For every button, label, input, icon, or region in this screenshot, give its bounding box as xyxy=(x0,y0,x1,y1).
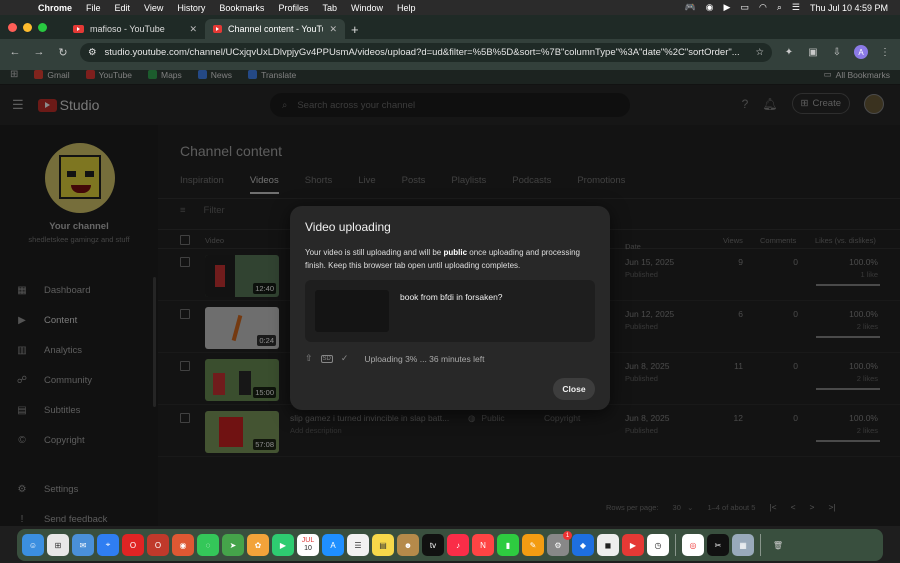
numbers-icon[interactable]: ▮ xyxy=(497,534,519,556)
close-tab-icon[interactable]: ✕ xyxy=(329,24,337,35)
spotlight-icon[interactable]: ⌕ xyxy=(777,2,782,13)
app-store-icon[interactable]: A xyxy=(322,534,344,556)
dialog-text-bold: public xyxy=(443,248,468,257)
capcut-icon[interactable]: ✂ xyxy=(707,534,729,556)
photos-icon[interactable]: ✿ xyxy=(247,534,269,556)
browser-toolbar: ← → ↻ ⚙ studio.youtube.com/channel/UCxjq… xyxy=(0,39,900,65)
back-icon[interactable]: ← xyxy=(8,46,22,58)
maximize-window-button[interactable] xyxy=(38,22,47,32)
tab-title: mafioso - YouTube xyxy=(90,24,165,34)
tab-strip: mafioso - YouTube ✕ Channel content - Yo… xyxy=(0,15,900,39)
menu-clock[interactable]: Thu Jul 10 4:59 PM xyxy=(810,3,888,13)
forward-icon[interactable]: → xyxy=(32,46,46,58)
address-bar[interactable]: ⚙ studio.youtube.com/channel/UCxjqvUxLDl… xyxy=(80,42,772,62)
profile-avatar[interactable]: A xyxy=(854,45,868,59)
close-window-button[interactable] xyxy=(8,22,17,32)
control-center-icon[interactable]: ☰ xyxy=(792,2,800,13)
new-tab-icon[interactable]: + xyxy=(351,19,359,39)
close-tab-icon[interactable]: ✕ xyxy=(189,24,197,35)
duckduckgo-icon[interactable]: ◉ xyxy=(172,534,194,556)
macos-dock: ☺ ⊞ ✉ ⌖ O O ◉ ◌ ➤ ✿ ▶ JUL 10 A ☰ ▤ ☻ tv ♪… xyxy=(17,529,883,561)
wifi-icon[interactable]: ◠ xyxy=(759,2,767,13)
dialog-text: Your video is still uploading and will b… xyxy=(305,248,444,257)
macos-menu-bar: Chrome File Edit View History Bookmarks … xyxy=(0,0,900,15)
chrome-icon[interactable]: ◎ xyxy=(682,534,704,556)
opera-gx-icon[interactable]: O xyxy=(147,534,169,556)
close-button[interactable]: Close xyxy=(553,378,595,400)
menu-help[interactable]: Help xyxy=(397,3,416,13)
dialog-title: Video uploading xyxy=(305,220,391,234)
calendar-month: JUL xyxy=(301,537,315,544)
minimize-window-button[interactable] xyxy=(23,22,32,32)
youtube-app-icon[interactable]: ▶ xyxy=(622,534,644,556)
menu-tab[interactable]: Tab xyxy=(322,3,337,13)
upload-status: ⇧ SD ✓ Uploading 3% ... 36 minutes left xyxy=(305,353,484,364)
menu-history[interactable]: History xyxy=(177,3,205,13)
system-settings-icon[interactable]: ⚙ 1 xyxy=(547,531,572,556)
youtube-favicon-icon xyxy=(73,25,84,33)
video-uploading-dialog: Video uploading Your video is still uplo… xyxy=(290,206,610,410)
reload-icon[interactable]: ↻ xyxy=(56,46,70,59)
cast-icon[interactable]: ▣ xyxy=(806,47,820,58)
apple-tv-icon[interactable]: tv xyxy=(422,534,444,556)
menu-bookmarks[interactable]: Bookmarks xyxy=(219,3,264,13)
calendar-day: 10 xyxy=(304,545,312,552)
pages-icon[interactable]: ✎ xyxy=(522,534,544,556)
news-app-icon[interactable]: N xyxy=(472,534,494,556)
menu-window[interactable]: Window xyxy=(351,3,383,13)
safari-icon[interactable]: ⌖ xyxy=(97,534,119,556)
notification-badge: 1 xyxy=(563,531,572,540)
upload-video-card: book from bfdi in forsaken? xyxy=(305,280,595,342)
preview-icon[interactable]: ▦ xyxy=(732,534,754,556)
notes-icon[interactable]: ▤ xyxy=(372,534,394,556)
dock-divider xyxy=(675,534,676,556)
window-controls xyxy=(8,15,47,39)
menu-view[interactable]: View xyxy=(144,3,163,13)
download-icon[interactable]: ⇩ xyxy=(830,47,844,58)
upload-thumbnail-placeholder xyxy=(315,290,389,332)
contacts-icon[interactable]: ☻ xyxy=(397,534,419,556)
sd-badge-icon: SD xyxy=(320,354,333,363)
gamepad-icon[interactable]: 🎮 xyxy=(684,2,695,13)
browser-tab-mafioso[interactable]: mafioso - YouTube ✕ xyxy=(65,19,205,39)
facetime-icon[interactable]: ▶ xyxy=(272,534,294,556)
upload-progress-text: Uploading 3% ... 36 minutes left xyxy=(364,353,485,364)
mail-icon[interactable]: ✉ xyxy=(72,534,94,556)
menu-profiles[interactable]: Profiles xyxy=(278,3,308,13)
battery-icon[interactable]: ▭ xyxy=(740,2,749,13)
opera-icon[interactable]: O xyxy=(122,534,144,556)
upload-video-title: book from bfdi in forsaken? xyxy=(400,292,503,302)
url-text: studio.youtube.com/channel/UCxjqvUxLDlvp… xyxy=(104,46,740,58)
messages-icon[interactable]: ◌ xyxy=(197,534,219,556)
check-circle-icon: ✓ xyxy=(340,353,349,363)
tab-title: Channel content - YouTube S xyxy=(227,24,324,34)
browser-tab-studio[interactable]: Channel content - YouTube S ✕ xyxy=(205,19,345,39)
bookmark-star-icon[interactable]: ☆ xyxy=(755,47,764,58)
site-info-icon[interactable]: ⚙ xyxy=(88,47,97,58)
menu-app-name[interactable]: Chrome xyxy=(38,3,72,13)
music-icon[interactable]: ♪ xyxy=(447,534,469,556)
extensions-icon[interactable]: ✦ xyxy=(782,47,796,58)
menu-file[interactable]: File xyxy=(86,3,101,13)
calendar-icon[interactable]: JUL 10 xyxy=(297,534,319,556)
youtube-favicon-icon xyxy=(213,25,222,33)
trash-icon[interactable]: 🗑︎ xyxy=(767,534,789,556)
finder-icon[interactable]: ☺ xyxy=(22,534,44,556)
media-icon[interactable]: ▶︎ xyxy=(724,2,731,13)
menu-edit[interactable]: Edit xyxy=(115,3,131,13)
dialog-message: Your video is still uploading and will b… xyxy=(305,246,597,272)
status-icon[interactable]: ◉ xyxy=(706,2,714,13)
reminders-icon[interactable]: ☰ xyxy=(347,534,369,556)
clock-icon[interactable]: ◷ xyxy=(647,534,669,556)
launchpad-icon[interactable]: ⊞ xyxy=(47,534,69,556)
blue-app-icon[interactable]: ◆ xyxy=(572,534,594,556)
maps-app-icon[interactable]: ➤ xyxy=(222,534,244,556)
more-menu-icon[interactable]: ⋮ xyxy=(878,47,892,58)
upload-arrow-icon: ⇧ xyxy=(305,353,313,363)
dock-divider xyxy=(760,534,761,556)
roblox-icon[interactable]: ◼ xyxy=(597,534,619,556)
